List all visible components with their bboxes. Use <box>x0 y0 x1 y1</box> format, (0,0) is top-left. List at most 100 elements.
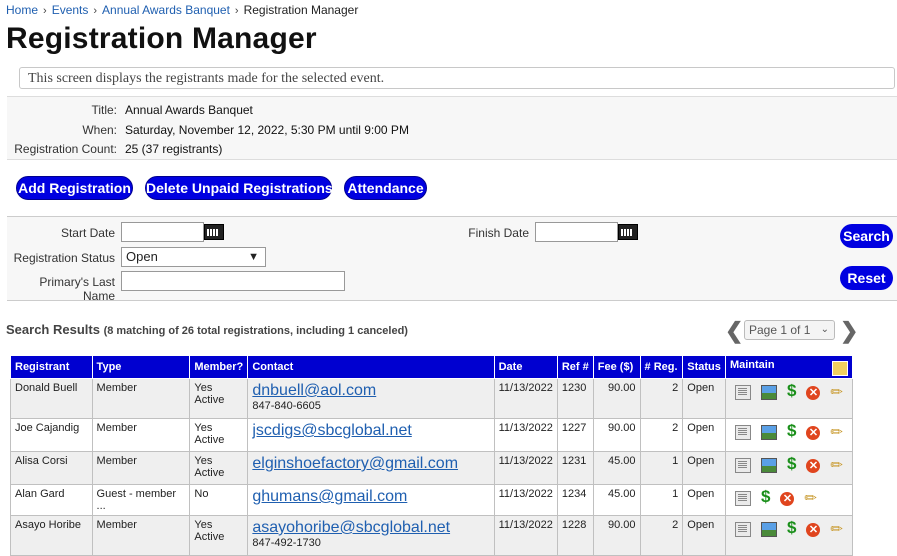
reset-button[interactable]: Reset <box>840 266 893 290</box>
registration-count-label: Registration Count: <box>14 142 117 156</box>
search-filters: Start Date Finish Date Registration Stat… <box>7 216 897 303</box>
breadcrumb-events[interactable]: Events <box>52 3 89 17</box>
type-cell: Member <box>91 515 191 556</box>
registrant-cell: Donald Buell <box>10 378 93 419</box>
pencil-icon[interactable]: ✏ <box>830 385 843 400</box>
table-row[interactable]: Joe Cajandig Member Yes Active jscdigs@sb… <box>10 418 854 452</box>
last-name-input[interactable] <box>121 271 345 291</box>
dollar-icon[interactable]: $ <box>787 455 796 472</box>
member-cell: Yes Active <box>189 418 249 452</box>
type-cell: Guest - member ... <box>91 484 191 516</box>
start-date-input[interactable] <box>121 222 204 242</box>
column-header[interactable]: Status <box>682 355 726 379</box>
column-header[interactable]: # Reg. <box>639 355 684 379</box>
chevron-down-icon: ▼ <box>248 251 259 263</box>
email-link[interactable]: elginshoefactory@gmail.com <box>252 455 489 473</box>
when-value: Saturday, November 12, 2022, 5:30 PM unt… <box>125 123 409 137</box>
dollar-icon[interactable]: $ <box>787 519 796 536</box>
attendance-button[interactable]: Attendance <box>344 176 427 200</box>
chevron-right-icon[interactable]: ❯ <box>840 318 858 344</box>
email-link[interactable]: ghumans@gmail.com <box>252 488 489 506</box>
chevron-right-icon: › <box>93 5 98 17</box>
pencil-icon[interactable]: ✏ <box>830 522 843 537</box>
email-link[interactable]: jscdigs@sbcglobal.net <box>252 422 489 440</box>
column-header: Maintain <box>729 358 775 371</box>
registration-status-value: Open <box>126 249 158 264</box>
column-header[interactable]: Fee ($) <box>592 355 641 379</box>
column-header[interactable]: Type <box>91 355 191 379</box>
when-label: When: <box>82 123 117 137</box>
page-select[interactable]: Page 1 of 1 ⌄ <box>744 320 835 340</box>
pencil-icon[interactable]: ✏ <box>830 458 843 473</box>
column-header[interactable]: Contact <box>247 355 495 379</box>
export-icon[interactable] <box>832 360 848 376</box>
status-cell: Open <box>682 418 726 452</box>
photo-icon[interactable] <box>760 522 777 537</box>
member-status: Active <box>194 531 225 543</box>
chevron-left-icon[interactable]: ❮ <box>725 318 743 344</box>
breadcrumb-event[interactable]: Annual Awards Banquet <box>102 3 230 17</box>
phone-number: 847-492-1730 <box>252 537 321 549</box>
dollar-icon[interactable]: $ <box>787 422 796 439</box>
dollar-icon[interactable]: $ <box>787 382 796 399</box>
registrations-table: Registrant Type Member? Contact Date Ref… <box>10 355 854 556</box>
view-details-icon[interactable] <box>734 425 751 440</box>
delete-icon[interactable]: ✕ <box>806 385 821 400</box>
pencil-icon[interactable]: ✏ <box>804 491 817 506</box>
status-cell: Open <box>682 451 726 485</box>
ref-cell: 1234 <box>556 484 594 516</box>
view-details-icon[interactable] <box>734 385 751 400</box>
view-details-icon[interactable] <box>734 458 751 473</box>
registration-status-select[interactable]: Open ▼ <box>121 247 266 267</box>
type-cell: Member <box>91 378 191 419</box>
search-button[interactable]: Search <box>840 224 893 248</box>
results-summary: (8 matching of 26 total registrations, i… <box>103 325 408 337</box>
calendar-icon[interactable] <box>204 224 224 240</box>
contact-cell: ghumans@gmail.com <box>247 484 495 516</box>
column-header[interactable]: Member? <box>189 355 249 379</box>
column-header[interactable]: Date <box>493 355 558 379</box>
table-row[interactable]: Donald Buell Member Yes Active dnbuell@ao… <box>10 378 854 419</box>
event-info-panel: Title: Annual Awards Banquet When: Satur… <box>7 96 897 160</box>
view-details-icon[interactable] <box>734 491 751 506</box>
type-cell: Member <box>91 418 191 452</box>
email-link[interactable]: dnbuell@aol.com <box>252 382 489 400</box>
delete-unpaid-button[interactable]: Delete Unpaid Registrations <box>145 176 333 200</box>
photo-icon[interactable] <box>760 385 777 400</box>
finish-date-input[interactable] <box>535 222 618 242</box>
status-cell: Open <box>682 484 726 516</box>
contact-cell: elginshoefactory@gmail.com <box>247 451 495 485</box>
table-header-row: Registrant Type Member? Contact Date Ref… <box>10 355 854 379</box>
type-cell: Member <box>91 451 191 485</box>
table-row[interactable]: Asayo Horibe Member Yes Active asayohorib… <box>10 515 854 556</box>
delete-icon[interactable]: ✕ <box>806 458 821 473</box>
delete-icon[interactable]: ✕ <box>806 425 821 440</box>
table-row[interactable]: Alisa Corsi Member Yes Active elginshoefa… <box>10 451 854 485</box>
add-registration-button[interactable]: Add Registration <box>16 176 133 200</box>
delete-icon[interactable]: ✕ <box>780 491 795 506</box>
registration-count-value: 25 (37 registrants) <box>125 142 223 156</box>
photo-icon[interactable] <box>760 425 777 440</box>
column-header[interactable]: Ref # <box>556 355 594 379</box>
reg-count-cell: 1 <box>639 451 684 485</box>
fee-cell: 90.00 <box>592 515 641 556</box>
view-details-icon[interactable] <box>734 522 751 537</box>
table-row[interactable]: Alan Gard Guest - member ... No ghumans@… <box>10 484 854 516</box>
maintain-cell: $ ✕ ✏ <box>724 451 854 485</box>
column-header[interactable]: Registrant <box>10 355 93 379</box>
title-label: Title: <box>91 103 117 117</box>
chevron-right-icon: › <box>234 5 239 17</box>
reg-count-cell: 2 <box>639 515 684 556</box>
email-link[interactable]: asayohoribe@sbcglobal.net <box>252 519 489 537</box>
finish-date-label: Finish Date <box>468 226 529 240</box>
fee-cell: 45.00 <box>592 451 641 485</box>
pencil-icon[interactable]: ✏ <box>830 425 843 440</box>
calendar-icon[interactable] <box>618 224 638 240</box>
delete-icon[interactable]: ✕ <box>806 522 821 537</box>
member-flag: Yes <box>194 519 213 531</box>
registrant-cell: Alan Gard <box>10 484 93 516</box>
dollar-icon[interactable]: $ <box>761 488 770 505</box>
breadcrumb-home[interactable]: Home <box>6 3 38 17</box>
member-flag: Yes <box>194 382 213 394</box>
photo-icon[interactable] <box>760 458 777 473</box>
